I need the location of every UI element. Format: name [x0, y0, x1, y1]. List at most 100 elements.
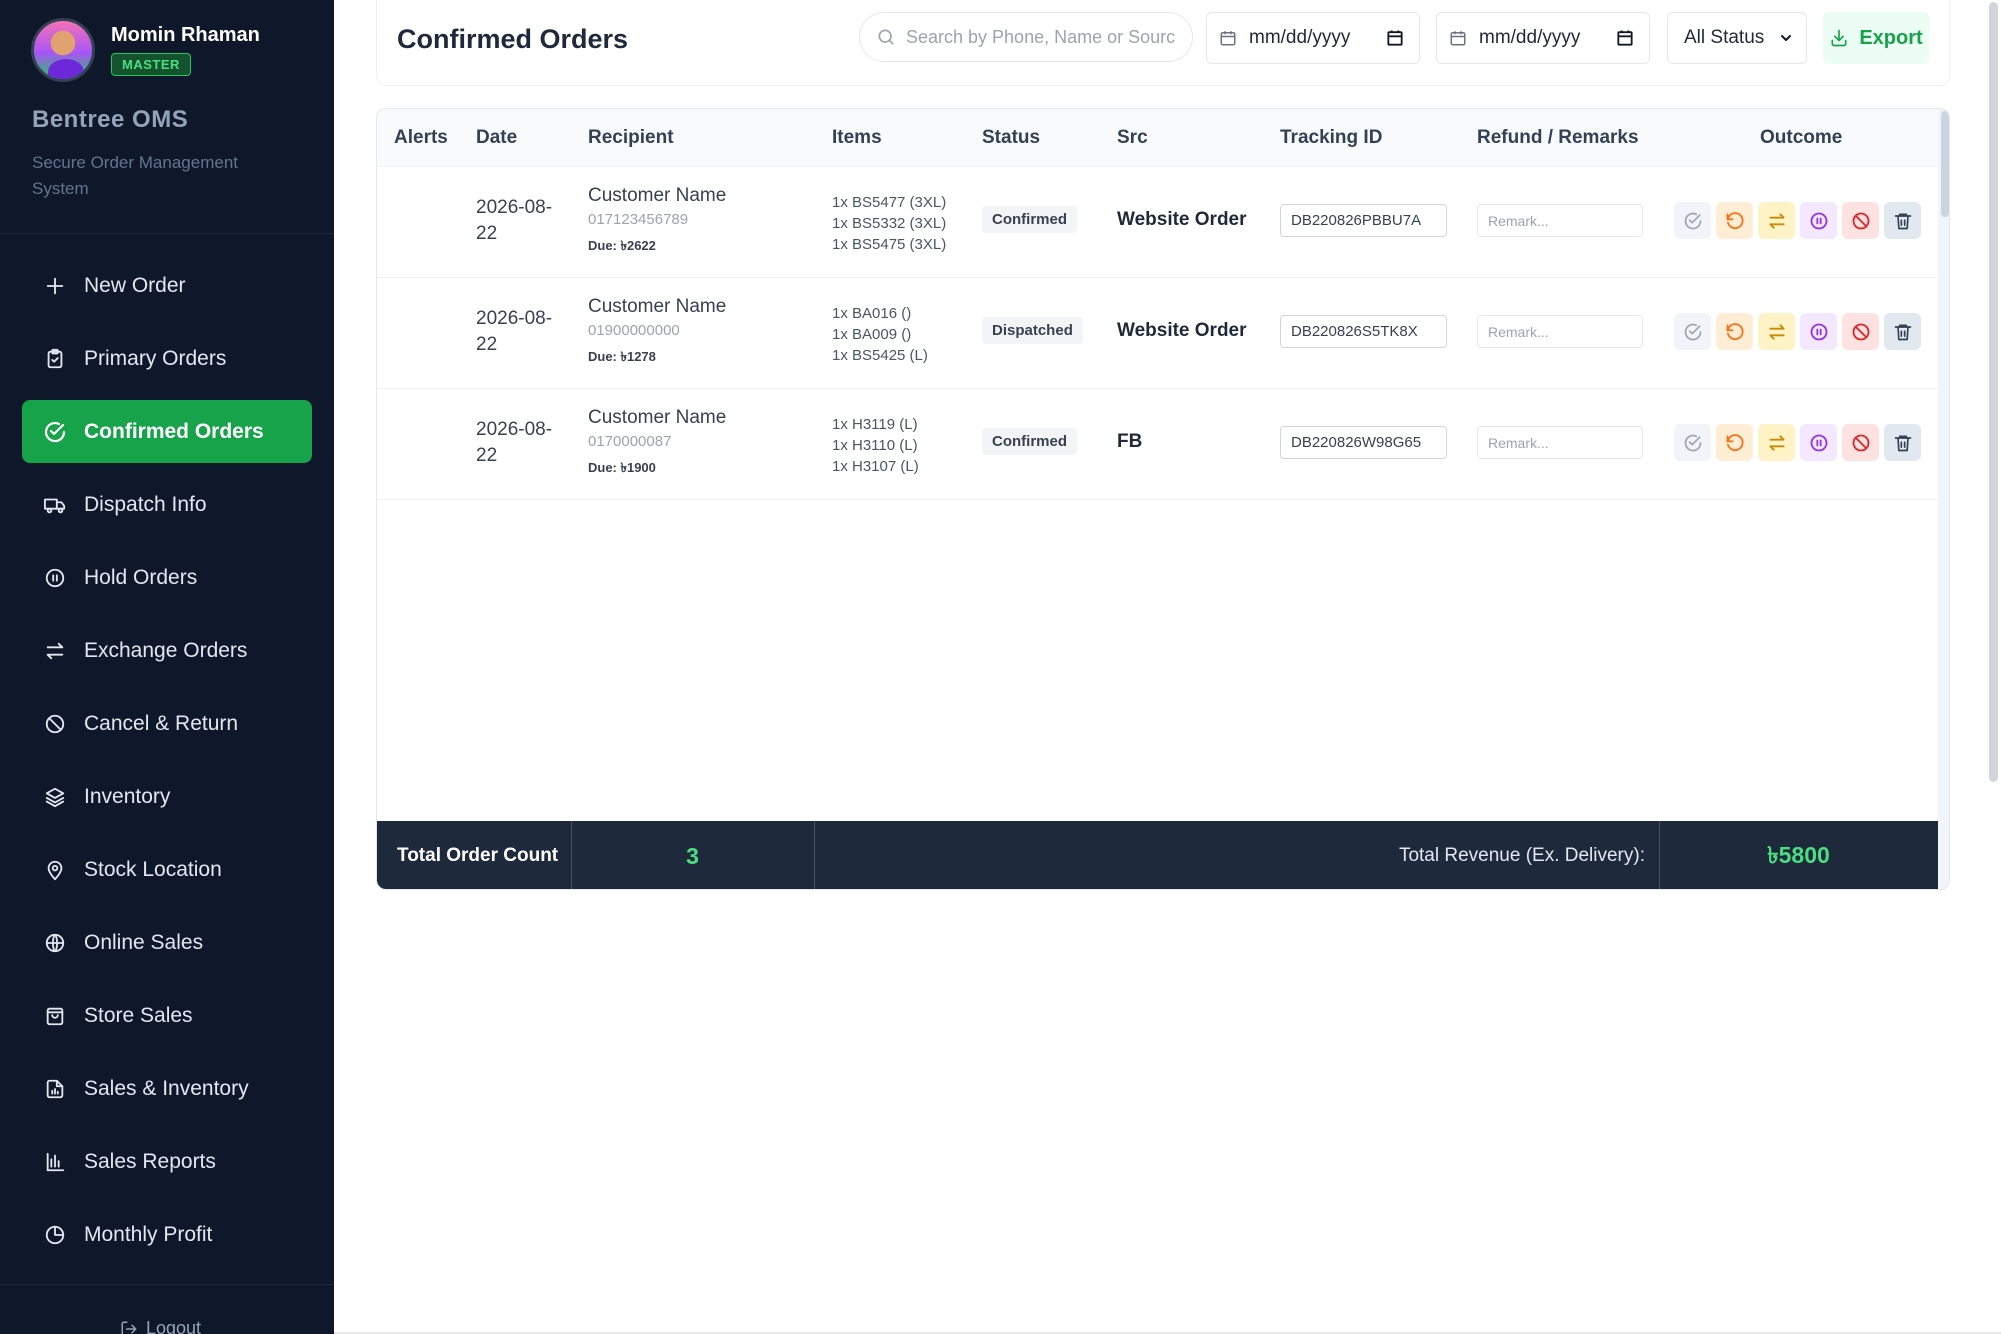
- return-button[interactable]: [1716, 202, 1753, 239]
- cancel-button[interactable]: [1842, 424, 1879, 461]
- total-count-label: Total Order Count: [397, 845, 559, 866]
- sidebar-item-sales-reports[interactable]: Sales Reports: [22, 1130, 312, 1193]
- cancel-button[interactable]: [1842, 313, 1879, 350]
- order-source: Website Order: [1117, 320, 1247, 341]
- delete-button[interactable]: [1884, 424, 1921, 461]
- status-badge: Confirmed: [982, 206, 1077, 233]
- tracking-id-input[interactable]: [1280, 204, 1447, 237]
- recipient-name: Customer Name: [588, 185, 727, 206]
- sidebar-item-label: Dispatch Info: [84, 492, 207, 516]
- sidebar-item-label: Confirmed Orders: [84, 419, 264, 443]
- layers-icon: [42, 784, 68, 810]
- sidebar-item-monthly-profit[interactable]: Monthly Profit: [22, 1203, 312, 1266]
- order-source: FB: [1117, 431, 1143, 452]
- status-badge: Confirmed: [982, 428, 1077, 455]
- table-row: 2026-08-22 Customer Name 017123456789 Du…: [377, 167, 1938, 278]
- mark-delivered-button[interactable]: [1674, 313, 1711, 350]
- sidebar-item-label: Monthly Profit: [84, 1222, 213, 1246]
- logout-button[interactable]: Logout: [120, 1318, 201, 1334]
- arrows-exchange-icon: [42, 638, 68, 664]
- mark-delivered-button[interactable]: [1674, 202, 1711, 239]
- column-header: Alerts: [394, 127, 448, 148]
- sidebar-divider: [0, 233, 334, 234]
- check-circle-icon: [42, 419, 68, 445]
- date-from-input[interactable]: mm/dd/yyyy: [1206, 12, 1420, 64]
- return-button[interactable]: [1716, 313, 1753, 350]
- exchange-button[interactable]: [1758, 313, 1795, 350]
- page-title: Confirmed Orders: [397, 24, 629, 54]
- exchange-button[interactable]: [1758, 424, 1795, 461]
- sidebar-item-sales-inventory[interactable]: Sales & Inventory: [22, 1057, 312, 1120]
- brand-name: Bentree OMS: [32, 106, 189, 133]
- page-scrollbar[interactable]: [1986, 0, 2001, 782]
- status-filter-select[interactable]: All Status: [1667, 12, 1807, 64]
- arrows-exchange-icon: [1767, 322, 1787, 342]
- hold-button[interactable]: [1800, 424, 1837, 461]
- trash-icon: [1893, 211, 1913, 231]
- cancel-button[interactable]: [1842, 202, 1879, 239]
- trash-icon: [1893, 433, 1913, 453]
- sidebar-item-online-sales[interactable]: Online Sales: [22, 911, 312, 974]
- sidebar-item-stock-location[interactable]: Stock Location: [22, 838, 312, 901]
- sidebar-item-dispatch-info[interactable]: Dispatch Info: [22, 473, 312, 536]
- sidebar-item-inventory[interactable]: Inventory: [22, 765, 312, 828]
- column-header: Refund / Remarks: [1477, 127, 1639, 148]
- clipboard-icon: [42, 346, 68, 372]
- search-input[interactable]: [906, 26, 1176, 48]
- pause-circle-icon: [1809, 322, 1829, 342]
- sidebar-item-confirmed-orders[interactable]: Confirmed Orders: [22, 400, 312, 463]
- calendar-picker-icon[interactable]: [1385, 28, 1405, 54]
- tracking-id-input[interactable]: [1280, 315, 1447, 348]
- check-circle-icon: [1683, 211, 1703, 231]
- sidebar-item-new-order[interactable]: New Order: [22, 254, 312, 317]
- order-date: 2026-08-22: [476, 419, 553, 466]
- tracking-id-input[interactable]: [1280, 426, 1447, 459]
- arrows-exchange-icon: [1767, 433, 1787, 453]
- sidebar-item-hold-orders[interactable]: Hold Orders: [22, 546, 312, 609]
- search-icon: [876, 27, 896, 47]
- recipient-phone: 01900000000: [588, 322, 680, 339]
- user-name: Momin Rhaman: [111, 24, 260, 46]
- delete-button[interactable]: [1884, 313, 1921, 350]
- calendar-picker-icon[interactable]: [1615, 28, 1635, 54]
- date-to-input[interactable]: mm/dd/yyyy: [1436, 12, 1650, 64]
- recipient-phone: 0170000087: [588, 433, 672, 450]
- return-button[interactable]: [1716, 424, 1753, 461]
- page-scrollbar-thumb[interactable]: [1989, 2, 1998, 782]
- mark-delivered-button[interactable]: [1674, 424, 1711, 461]
- sidebar-item-label: Stock Location: [84, 857, 222, 881]
- order-date: 2026-08-22: [476, 308, 553, 355]
- table-scrollbar[interactable]: [1938, 109, 1949, 889]
- outcome-actions: [1674, 424, 1926, 461]
- sidebar-item-primary-orders[interactable]: Primary Orders: [22, 327, 312, 390]
- table-row: 2026-08-22 Customer Name 0170000087 Due:…: [377, 389, 1938, 500]
- column-header: Recipient: [588, 127, 674, 148]
- due-amount: Due: ৳2622: [588, 238, 656, 253]
- sidebar-item-label: Sales Reports: [84, 1149, 216, 1173]
- total-revenue-label: Total Revenue (Ex. Delivery):: [1398, 845, 1645, 866]
- logout-icon: [120, 1320, 138, 1334]
- sidebar-item-store-sales[interactable]: Store Sales: [22, 984, 312, 1047]
- sidebar: Momin Rhaman MASTER Bentree OMS Secure O…: [0, 0, 334, 1334]
- hold-button[interactable]: [1800, 313, 1837, 350]
- outcome-actions: [1674, 313, 1926, 350]
- column-header: Items: [832, 127, 882, 148]
- sidebar-item-exchange-orders[interactable]: Exchange Orders: [22, 619, 312, 682]
- sidebar-item-cancel-return[interactable]: Cancel & Return: [22, 692, 312, 755]
- shopping-bag-icon: [42, 1003, 68, 1029]
- table-scrollbar-thumb[interactable]: [1941, 111, 1949, 217]
- export-button[interactable]: Export: [1823, 12, 1929, 64]
- remark-input[interactable]: [1477, 315, 1643, 348]
- remark-input[interactable]: [1477, 204, 1643, 237]
- date-from-value: mm/dd/yyyy: [1249, 27, 1351, 48]
- sidebar-divider: [0, 1284, 334, 1285]
- ban-icon: [42, 711, 68, 737]
- remark-input[interactable]: [1477, 426, 1643, 459]
- order-items: 1x H3119 (L) 1x H3110 (L) 1x H3107 (L): [832, 416, 919, 475]
- calendar-icon: [1219, 29, 1237, 47]
- hold-button[interactable]: [1800, 202, 1837, 239]
- delete-button[interactable]: [1884, 202, 1921, 239]
- due-amount: Due: ৳1900: [588, 460, 656, 475]
- rotate-ccw-icon: [1725, 211, 1745, 231]
- exchange-button[interactable]: [1758, 202, 1795, 239]
